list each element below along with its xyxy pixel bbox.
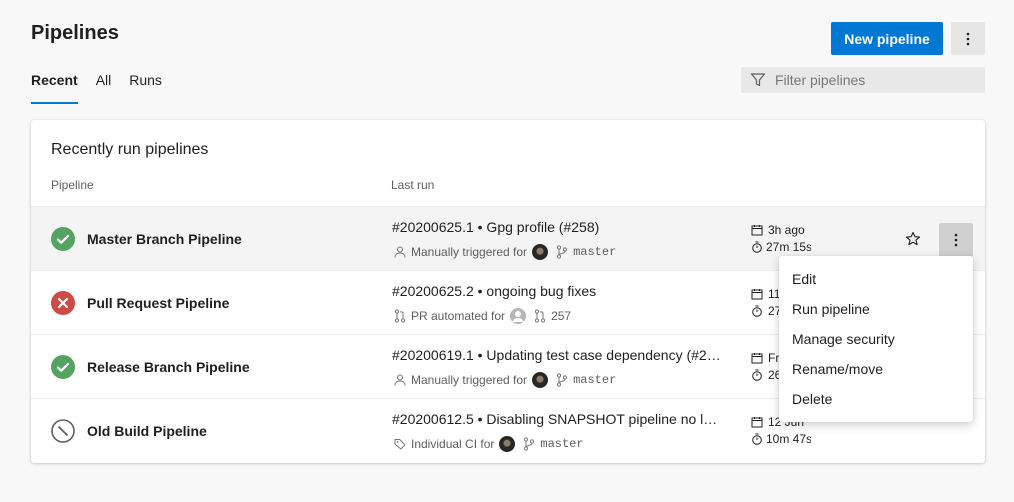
tab-all[interactable]: All xyxy=(96,72,112,104)
run-duration: 10m 47s xyxy=(766,431,811,446)
run-meta: Manually triggered for master xyxy=(392,243,616,261)
filter-input[interactable] xyxy=(775,72,975,88)
menu-item-delete[interactable]: Delete xyxy=(779,384,973,414)
row-more-button[interactable] xyxy=(939,223,973,257)
person-icon xyxy=(392,244,408,260)
calendar-icon xyxy=(751,224,765,236)
run-title[interactable]: #20200612.5 • Disabling SNAPSHOT pipelin… xyxy=(392,411,722,427)
disabled-status-icon xyxy=(51,419,75,443)
card-title: Recently run pipelines xyxy=(51,141,209,158)
calendar-icon xyxy=(751,416,765,428)
success-status-icon xyxy=(51,227,75,251)
stopwatch-icon xyxy=(751,369,765,381)
new-pipeline-button[interactable]: New pipeline xyxy=(831,22,943,55)
pipeline-name[interactable]: Old Build Pipeline xyxy=(87,423,207,439)
column-header-pipeline: Pipeline xyxy=(51,178,94,192)
menu-item-run-pipeline[interactable]: Run pipeline xyxy=(779,294,973,324)
filter-icon xyxy=(741,72,775,88)
avatar xyxy=(499,436,516,452)
page-title: Pipelines xyxy=(31,22,119,44)
stopwatch-icon xyxy=(751,433,763,445)
menu-item-manage-security[interactable]: Manage security xyxy=(779,324,973,354)
pipeline-name[interactable]: Master Branch Pipeline xyxy=(87,231,242,247)
tab-runs[interactable]: Runs xyxy=(129,72,162,104)
trigger-text: Manually triggered for xyxy=(411,373,528,387)
run-meta: Individual CI for master xyxy=(392,435,584,453)
tab-bar: Recent All Runs xyxy=(31,72,180,104)
branch-icon xyxy=(554,244,570,260)
branch-name: master xyxy=(540,437,584,451)
run-meta: Manually triggered for master xyxy=(392,371,616,389)
failed-status-icon xyxy=(51,291,75,315)
avatar xyxy=(532,244,549,260)
branch-name: master xyxy=(573,245,617,259)
pipeline-name[interactable]: Pull Request Pipeline xyxy=(87,295,229,311)
run-title[interactable]: #20200625.1 • Gpg profile (#258) xyxy=(392,219,722,235)
calendar-icon xyxy=(751,288,765,300)
pr-number: 257 xyxy=(551,309,572,323)
column-header-last-run: Last run xyxy=(391,178,435,192)
branch-icon xyxy=(521,436,537,452)
run-times: 3h ago 27m 15s xyxy=(751,221,811,255)
avatar xyxy=(510,308,527,324)
run-title[interactable]: #20200625.2 • ongoing bug fixes xyxy=(392,283,722,299)
trigger-text: Manually triggered for xyxy=(411,245,528,259)
run-date: 3h ago xyxy=(768,222,805,237)
calendar-icon xyxy=(751,352,765,364)
menu-item-rename-move[interactable]: Rename/move xyxy=(779,354,973,384)
filter-box[interactable] xyxy=(741,67,985,93)
branch-icon xyxy=(554,372,570,388)
tab-recent[interactable]: Recent xyxy=(31,72,78,104)
trigger-text: Individual CI for xyxy=(411,437,495,451)
run-duration: 27m 15s xyxy=(766,239,811,254)
more-vertical-icon xyxy=(954,233,958,247)
person-icon xyxy=(392,372,408,388)
stopwatch-icon xyxy=(751,241,763,253)
more-vertical-icon xyxy=(966,32,970,45)
menu-item-edit[interactable]: Edit xyxy=(779,264,973,294)
pull-request-icon xyxy=(532,308,548,324)
more-actions-button[interactable] xyxy=(951,22,985,55)
stopwatch-icon xyxy=(751,305,765,317)
pull-request-icon xyxy=(392,308,408,324)
success-status-icon xyxy=(51,355,75,379)
favorite-star-icon[interactable] xyxy=(903,229,923,249)
trigger-text: PR automated for xyxy=(411,309,506,323)
tag-icon xyxy=(392,436,408,452)
pipeline-name[interactable]: Release Branch Pipeline xyxy=(87,359,250,375)
run-title[interactable]: #20200619.1 • Updating test case depende… xyxy=(392,347,722,363)
avatar xyxy=(532,372,549,388)
run-meta: PR automated for 257 xyxy=(392,307,571,325)
branch-name: master xyxy=(573,373,617,387)
context-menu: Edit Run pipeline Manage security Rename… xyxy=(779,256,973,422)
run-date: Fr xyxy=(768,350,780,365)
